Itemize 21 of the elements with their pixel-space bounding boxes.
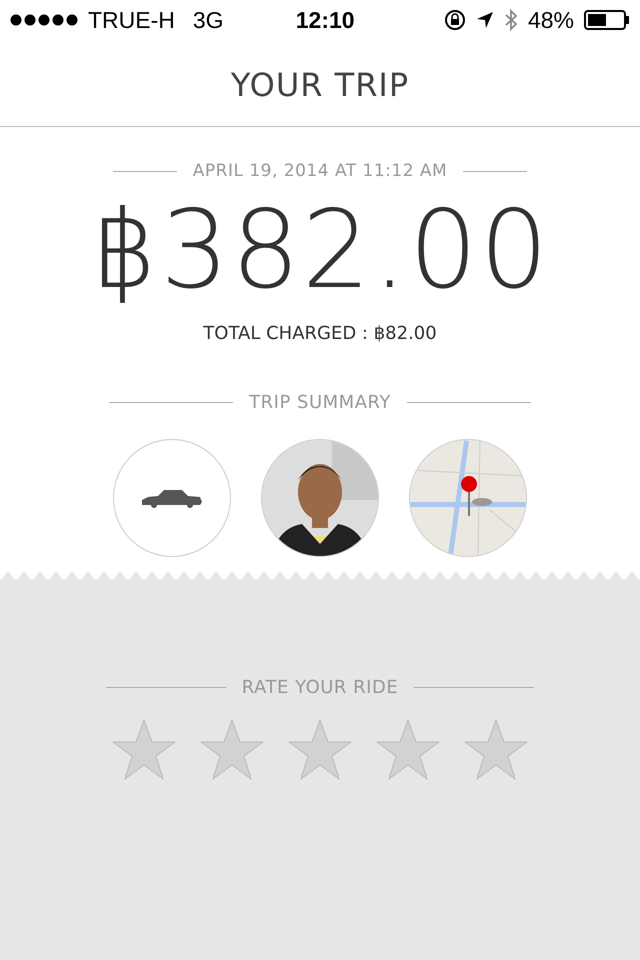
- lock-rotation-icon: [444, 9, 466, 31]
- carrier-name: TRUE-H: [88, 6, 175, 34]
- section-heading: RATE YOUR RIDE: [242, 677, 398, 698]
- bluetooth-icon: [504, 9, 518, 31]
- total-charged: TOTAL CHARGED : ฿82.00: [202, 323, 438, 344]
- clock: 12:10: [294, 6, 356, 34]
- trip-date: APRIL 19, 2014 AT 11:12 AM: [192, 161, 448, 181]
- star-icon[interactable]: [375, 718, 441, 782]
- network-type: 3G: [192, 6, 224, 34]
- star-icon[interactable]: [199, 718, 265, 782]
- signal-icon: [10, 14, 80, 26]
- battery-percent: 48%: [528, 6, 574, 34]
- star-icon[interactable]: [463, 718, 529, 782]
- star-icon[interactable]: [111, 718, 177, 782]
- battery-icon: [584, 10, 630, 30]
- page-title: YOUR TRIP: [230, 65, 410, 106]
- section-heading: TRIP SUMMARY: [249, 392, 391, 413]
- car-icon: [140, 488, 204, 508]
- location-arrow-icon: [476, 11, 494, 29]
- star-icon[interactable]: [287, 718, 353, 782]
- fare-amount: ฿382.00: [88, 191, 552, 311]
